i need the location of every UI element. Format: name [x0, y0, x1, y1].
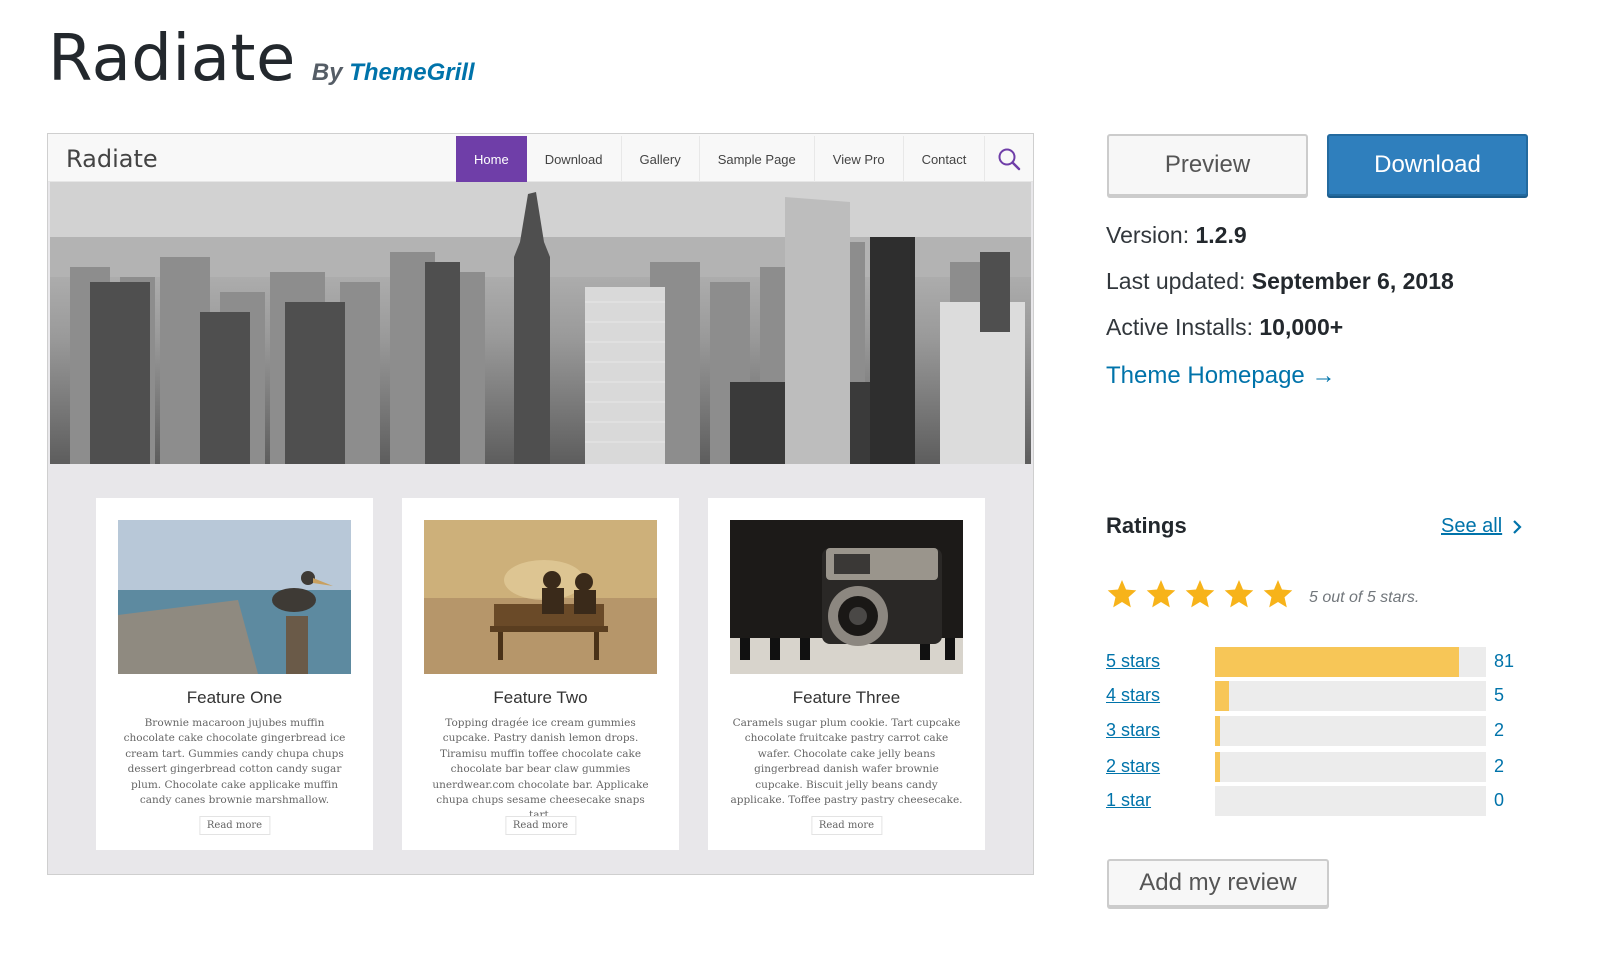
rating-count: 5	[1494, 685, 1505, 705]
screenshot-menu-view-pro: View Pro	[815, 136, 904, 182]
rating-label-3-stars[interactable]: 3 stars	[1106, 720, 1160, 741]
theme-author: By ThemeGrill	[312, 59, 475, 87]
feature-title: Feature Three	[792, 688, 901, 707]
screenshot-menu-contact: Contact	[904, 136, 986, 182]
screenshot-navbar: Radiate Home Download Gallery Sample Pag…	[48, 134, 1033, 182]
rating-count: 2	[1494, 756, 1505, 776]
page-title: Radiate	[48, 22, 296, 96]
star-icon	[1224, 580, 1254, 608]
author-prefix: By	[311, 59, 343, 86]
ratings-heading: Ratings	[1106, 513, 1187, 538]
theme-screenshot: Radiate Home Download Gallery Sample Pag…	[47, 133, 1034, 875]
chevron-right-icon	[1513, 519, 1522, 534]
feature-card: Feature Three Caramels sugar plum cookie…	[708, 498, 985, 850]
screenshot-menu-home: Home	[456, 136, 527, 182]
rating-label-2-stars[interactable]: 2 stars	[1106, 756, 1160, 777]
rating-bar-track	[1215, 647, 1486, 677]
rating-bar-track	[1215, 786, 1486, 816]
last-updated-info: Last updated: September 6, 2018	[1106, 268, 1454, 295]
see-all-ratings-link[interactable]: See all	[1441, 515, 1522, 538]
rating-bar-fill	[1215, 681, 1229, 711]
camera-image	[730, 520, 963, 674]
star-icon	[1185, 580, 1215, 608]
screenshot-menu-download: Download	[527, 136, 622, 182]
screenshot-menu-gallery: Gallery	[622, 136, 700, 182]
preview-button[interactable]: Preview	[1107, 134, 1308, 196]
read-more-button: Read more	[198, 816, 271, 835]
active-installs-value: 10,000+	[1259, 314, 1344, 340]
city-skyline-image	[50, 182, 1031, 464]
screenshot-logo: Radiate	[66, 145, 158, 173]
download-button[interactable]: Download	[1327, 134, 1528, 196]
rating-bar-track	[1215, 752, 1486, 782]
rating-bar-track	[1215, 681, 1486, 711]
bench-image	[424, 520, 657, 674]
screenshot-menu-sample-page: Sample Page	[700, 136, 815, 182]
feature-card: Feature Two Topping dragée ice cream gum…	[402, 498, 679, 850]
rating-bar-fill	[1215, 647, 1459, 677]
active-installs-label: Active Installs:	[1106, 314, 1253, 340]
add-review-button[interactable]: Add my review	[1107, 859, 1329, 907]
see-all-label: See all	[1441, 515, 1503, 537]
rating-row-5: 5 stars 81	[1106, 647, 1526, 677]
rating-label-5-stars[interactable]: 5 stars	[1106, 651, 1160, 672]
rating-row-3: 3 stars 2	[1106, 716, 1526, 746]
rating-count: 81	[1494, 651, 1515, 671]
last-updated-label: Last updated:	[1106, 268, 1246, 294]
feature-text: Caramels sugar plum cookie. Tart cupcake…	[730, 717, 963, 807]
active-installs-info: Active Installs: 10,000+	[1106, 314, 1343, 341]
star-icon	[1107, 580, 1137, 608]
feature-title: Feature One	[186, 688, 283, 707]
search-icon	[998, 148, 1021, 171]
rating-label-4-stars[interactable]: 4 stars	[1106, 685, 1160, 706]
theme-header: Radiate By ThemeGrill	[48, 22, 475, 96]
rating-row-1: 1 star 0	[1106, 786, 1526, 816]
version-value: 1.2.9	[1195, 222, 1247, 248]
last-updated-value: September 6, 2018	[1251, 268, 1454, 294]
theme-homepage-link[interactable]: Theme Homepage →	[1106, 362, 1335, 390]
star-icon	[1263, 580, 1293, 608]
read-more-button: Read more	[504, 816, 577, 835]
rating-count: 2	[1494, 720, 1505, 740]
star-icon	[1146, 580, 1176, 608]
rating-label-1-star[interactable]: 1 star	[1106, 790, 1151, 811]
rating-bar-track	[1215, 716, 1486, 746]
star-rating	[1106, 578, 1301, 610]
version-label: Version:	[1106, 222, 1190, 248]
feature-title: Feature Two	[493, 688, 588, 707]
read-more-button: Read more	[810, 816, 883, 835]
average-rating-text: 5 out of 5 stars.	[1309, 589, 1420, 606]
feature-card: Feature One Brownie macaroon jujubes muf…	[96, 498, 373, 850]
rating-count: 0	[1494, 790, 1505, 810]
version-info: Version: 1.2.9	[1106, 222, 1247, 249]
author-link[interactable]: ThemeGrill	[349, 59, 474, 86]
rating-bar-fill	[1215, 752, 1220, 782]
feature-text: Brownie macaroon jujubes muffin chocolat…	[123, 717, 346, 807]
pelican-image	[118, 520, 351, 674]
screenshot-menu: Home Download Gallery Sample Page View P…	[456, 136, 986, 182]
rating-row-2: 2 stars 2	[1106, 752, 1526, 782]
feature-text: Topping dragée ice cream gummies cupcake…	[432, 717, 649, 821]
rating-row-4: 4 stars 5	[1106, 681, 1526, 711]
rating-bar-fill	[1215, 716, 1220, 746]
